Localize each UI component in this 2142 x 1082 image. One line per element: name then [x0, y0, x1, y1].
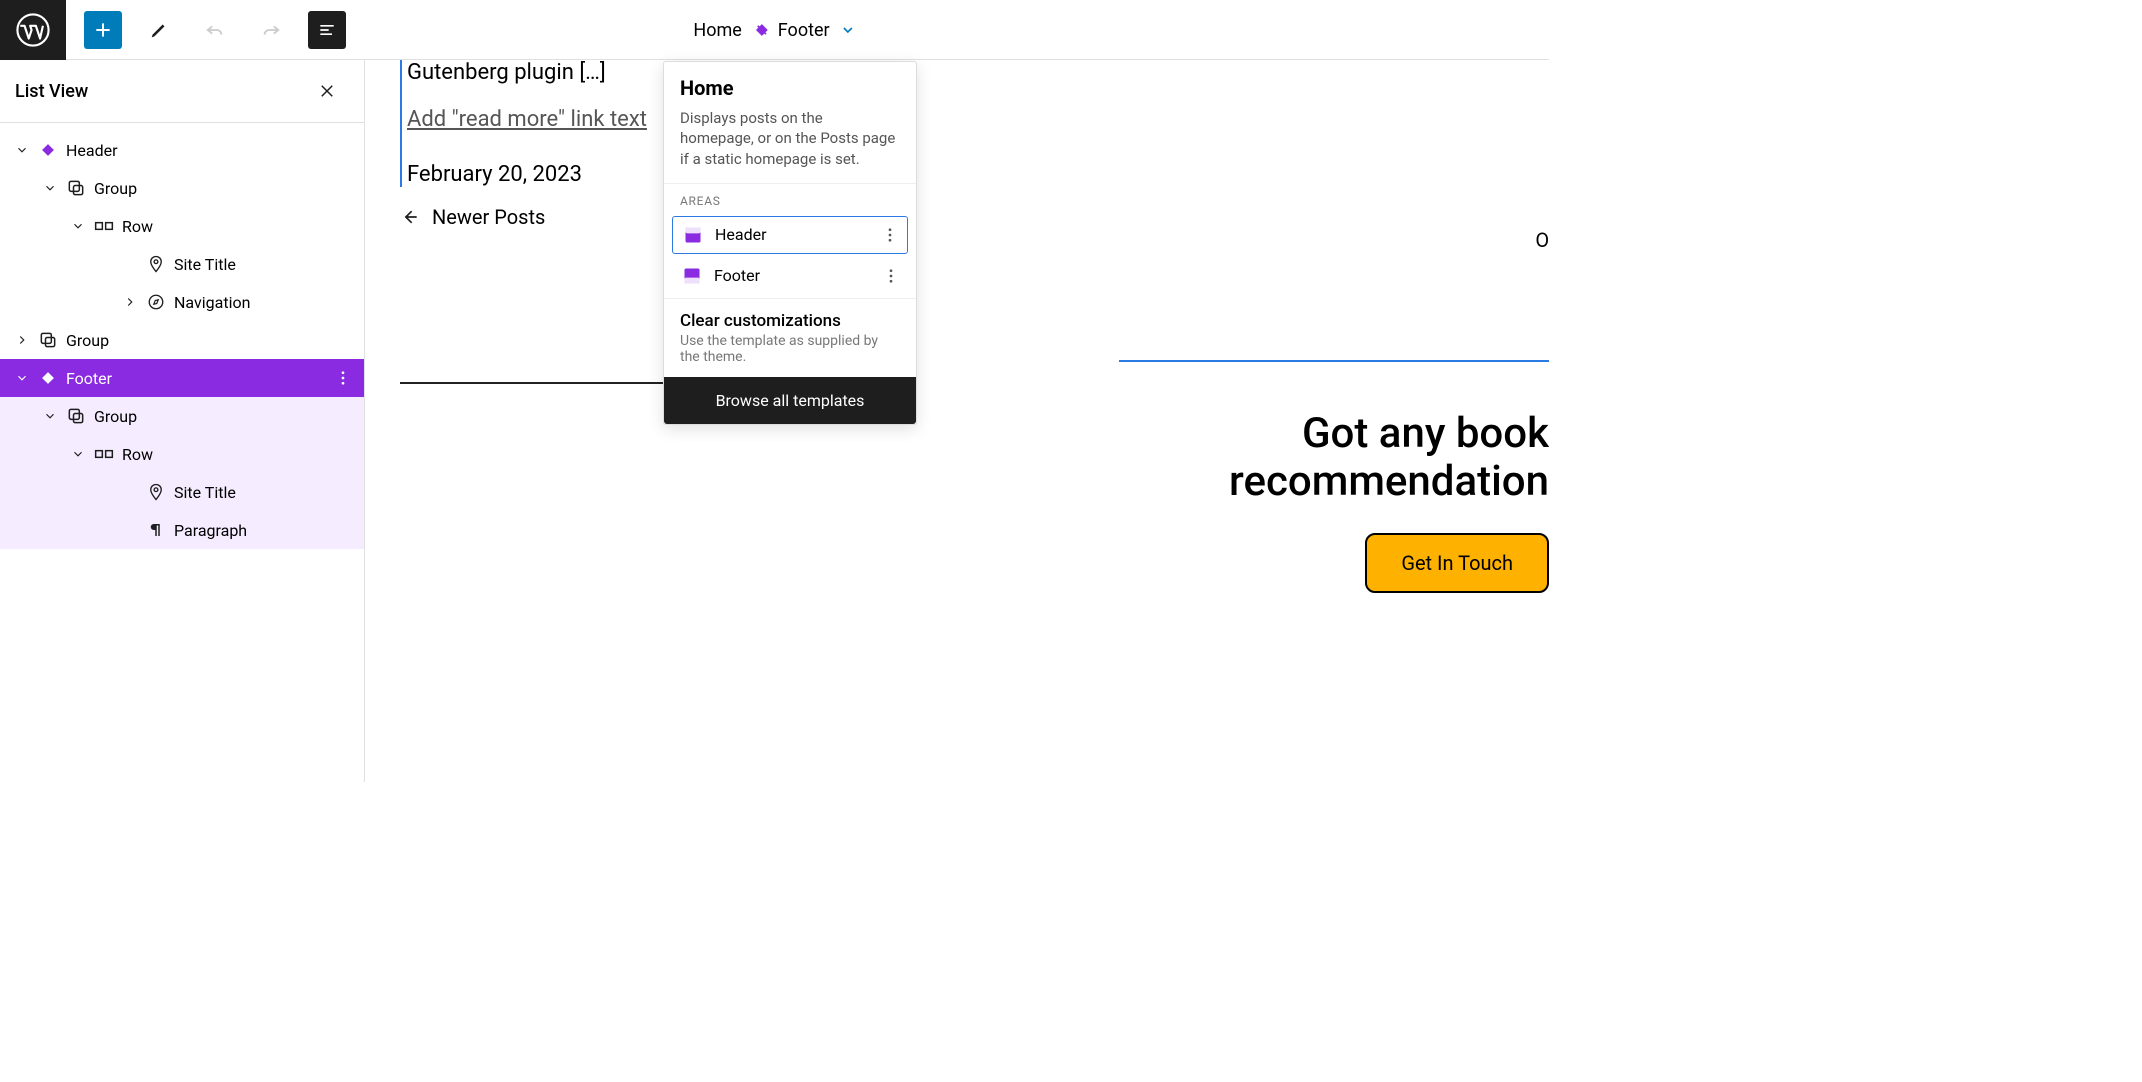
- sidebar-header: List View: [0, 60, 364, 123]
- tree-label: Group: [90, 179, 137, 198]
- template-dropdown: Home Displays posts on the homepage, or …: [663, 61, 917, 425]
- pencil-icon: [148, 19, 170, 41]
- area-label: Header: [715, 225, 767, 244]
- tree-row-group[interactable]: Group: [0, 397, 364, 435]
- tree-row-navigation[interactable]: Navigation: [0, 283, 364, 321]
- get-in-touch-button[interactable]: Get In Touch: [1365, 533, 1549, 593]
- tree-row-row[interactable]: Row: [0, 207, 364, 245]
- tree-label: Row: [118, 445, 153, 464]
- clear-customizations[interactable]: Clear customizations Use the template as…: [664, 298, 916, 377]
- arrow-left-icon: [400, 207, 420, 227]
- breadcrumb-home[interactable]: Home: [693, 20, 741, 41]
- editor-canvas: Gutenberg plugin […] Add "read more" lin…: [365, 60, 1549, 782]
- chevron-right-icon: [15, 333, 29, 347]
- group-icon: [62, 406, 90, 426]
- wordpress-logo[interactable]: [0, 0, 66, 60]
- clear-customizations-title: Clear customizations: [680, 311, 900, 331]
- tree-label: Navigation: [170, 293, 250, 312]
- tree-label: Site Title: [170, 255, 236, 274]
- close-sidebar-button[interactable]: [310, 78, 344, 104]
- tree-label: Paragraph: [170, 521, 247, 540]
- block-tree: Header Group Row Site Title Navigation Group F…: [0, 123, 364, 549]
- template-part-square-icon: [683, 225, 703, 245]
- older-posts-link[interactable]: Ol: [1535, 228, 1549, 252]
- pin-icon: [142, 255, 170, 273]
- chevron-right-icon: [123, 295, 137, 309]
- tree-label: Site Title: [170, 483, 236, 502]
- chevron-down-icon: [15, 371, 29, 385]
- row-icon: [90, 444, 118, 464]
- tree-label: Row: [118, 217, 153, 236]
- footer-template-preview: Got any bookrecommendation Get In Touch: [1119, 360, 1549, 593]
- dropdown-title: Home: [680, 76, 900, 100]
- template-part-square-icon: [682, 266, 702, 286]
- list-view-icon: [317, 20, 337, 40]
- chevron-down-icon: [71, 219, 85, 233]
- tree-row-row[interactable]: Row: [0, 435, 364, 473]
- close-icon: [318, 82, 336, 100]
- diamond-purple-icon: [34, 140, 62, 160]
- area-item-header[interactable]: Header: [672, 216, 908, 254]
- top-toolbar: Home Footer: [0, 0, 1549, 60]
- tree-row-footer[interactable]: Footer: [0, 359, 364, 397]
- edit-mode-button[interactable]: [140, 11, 178, 49]
- tree-row-paragraph[interactable]: Paragraph: [0, 511, 364, 549]
- tree-row-site-title[interactable]: Site Title: [0, 245, 364, 283]
- area-item-footer[interactable]: Footer: [672, 258, 908, 294]
- area-options[interactable]: [881, 226, 899, 244]
- newer-posts-label: Newer Posts: [432, 205, 545, 229]
- tree-label: Group: [62, 331, 109, 350]
- list-view-toggle[interactable]: [308, 11, 346, 49]
- redo-button[interactable]: [252, 11, 290, 49]
- area-label: Footer: [714, 266, 760, 285]
- template-part-icon: [752, 20, 772, 40]
- undo-button[interactable]: [196, 11, 234, 49]
- tree-label: Header: [62, 141, 118, 160]
- dropdown-description: Displays posts on the homepage, or on th…: [680, 108, 900, 169]
- footer-heading[interactable]: Got any bookrecommendation: [1119, 410, 1549, 507]
- tree-row-options[interactable]: [334, 369, 352, 387]
- breadcrumb: Home Footer: [693, 0, 855, 60]
- row-icon: [90, 216, 118, 236]
- list-view-sidebar: List View Header Group Row Site Title Naviga…: [0, 60, 365, 782]
- dropdown-areas-list: Header Footer: [664, 216, 916, 294]
- more-icon: [334, 369, 352, 387]
- chevron-down-icon: [43, 181, 57, 195]
- area-options[interactable]: [882, 267, 900, 285]
- group-icon: [34, 330, 62, 350]
- dropdown-areas-label: AREAS: [664, 183, 916, 212]
- para-icon: [142, 521, 170, 539]
- plus-icon: [93, 20, 113, 40]
- wordpress-icon: [16, 13, 50, 47]
- tree-row-group[interactable]: Group: [0, 321, 364, 359]
- group-icon: [62, 178, 90, 198]
- chevron-down-icon: [840, 22, 856, 38]
- browse-templates-button[interactable]: Browse all templates: [664, 377, 916, 424]
- dropdown-header: Home Displays posts on the homepage, or …: [664, 62, 916, 183]
- breadcrumb-footer-label: Footer: [778, 20, 830, 41]
- more-icon: [881, 226, 899, 244]
- add-block-button[interactable]: [84, 11, 122, 49]
- more-icon: [882, 267, 900, 285]
- tree-row-header[interactable]: Header: [0, 131, 364, 169]
- sidebar-title: List View: [15, 81, 88, 102]
- tree-label: Footer: [62, 369, 112, 388]
- chevron-down-icon: [15, 143, 29, 157]
- toolbar-left: [66, 11, 346, 49]
- chevron-down-icon: [43, 409, 57, 423]
- breadcrumb-dropdown-toggle[interactable]: [840, 22, 856, 38]
- diamond-white-icon: [34, 368, 62, 388]
- compass-icon: [142, 293, 170, 311]
- redo-icon: [260, 19, 282, 41]
- chevron-down-icon: [71, 447, 85, 461]
- clear-customizations-desc: Use the template as supplied by the them…: [680, 333, 900, 365]
- tree-row-group[interactable]: Group: [0, 169, 364, 207]
- breadcrumb-footer[interactable]: Footer: [752, 20, 830, 41]
- tree-row-site-title[interactable]: Site Title: [0, 473, 364, 511]
- tree-label: Group: [90, 407, 137, 426]
- undo-icon: [204, 19, 226, 41]
- pin-icon: [142, 483, 170, 501]
